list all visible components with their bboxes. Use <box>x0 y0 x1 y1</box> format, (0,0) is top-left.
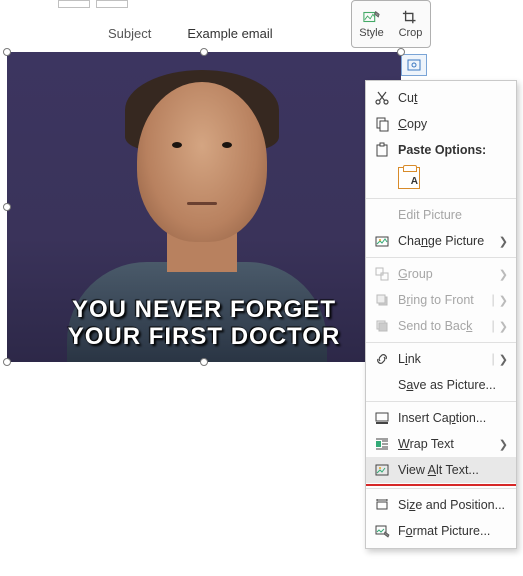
resize-handle[interactable] <box>3 48 11 56</box>
paste-icon <box>374 142 398 158</box>
layout-options-button[interactable] <box>401 54 427 76</box>
picture-tools-floater: Style Crop <box>351 0 431 48</box>
menu-separator <box>366 342 516 343</box>
menu-copy[interactable]: Copy <box>366 111 516 137</box>
copy-icon <box>374 116 398 132</box>
menu-bring-to-front: Bring to Front | ❯ <box>366 287 516 313</box>
image-content: YOU NEVER FORGET YOUR FIRST DOCTOR <box>7 52 401 362</box>
menu-label: Size and Position... <box>398 498 508 512</box>
menu-label: Change Picture <box>398 234 499 248</box>
menu-label: Wrap Text <box>398 437 499 451</box>
subject-label: Subject <box>108 26 151 41</box>
menu-separator <box>366 257 516 258</box>
menu-save-as-picture[interactable]: Save as Picture... <box>366 372 516 398</box>
send-back-icon <box>374 318 398 334</box>
menu-group: Group ❯ <box>366 261 516 287</box>
menu-label: Cut <box>398 91 508 105</box>
subject-value: Example email <box>187 26 272 41</box>
menu-label: Send to Back <box>398 319 488 333</box>
menu-label: Paste Options: <box>398 143 508 157</box>
crop-label: Crop <box>399 27 423 39</box>
email-header: Subject Example email <box>0 26 273 41</box>
group-icon <box>374 266 398 282</box>
menu-separator <box>366 488 516 489</box>
resize-handle[interactable] <box>397 48 405 56</box>
menu-insert-caption[interactable]: Insert Caption... <box>366 405 516 431</box>
resize-handle[interactable] <box>200 48 208 56</box>
menu-label: Link <box>398 352 488 366</box>
chevron-right-icon: ❯ <box>499 438 508 451</box>
layout-icon <box>406 58 422 72</box>
menu-label: Edit Picture <box>398 208 508 222</box>
menu-size-position[interactable]: Size and Position... <box>366 492 516 518</box>
caption-icon <box>374 410 398 426</box>
scissors-icon <box>374 90 398 106</box>
menu-label: View Alt Text... <box>398 463 508 477</box>
change-picture-icon <box>374 233 398 249</box>
wrap-text-icon <box>374 436 398 452</box>
style-label: Style <box>359 27 383 39</box>
context-menu: Cut Copy Paste Options: A Edit Picture C… <box>365 80 517 549</box>
menu-label: Format Picture... <box>398 524 508 538</box>
menu-label: Save as Picture... <box>398 378 508 392</box>
menu-paste-options: Paste Options: <box>366 137 516 163</box>
menu-label: Copy <box>398 117 508 131</box>
menu-change-picture[interactable]: Change Picture ❯ <box>366 228 516 254</box>
menu-send-to-back: Send to Back | ❯ <box>366 313 516 339</box>
resize-handle[interactable] <box>3 203 11 211</box>
menu-label: Group <box>398 267 499 281</box>
format-picture-icon <box>374 523 398 539</box>
style-icon <box>363 9 381 25</box>
menu-cut[interactable]: Cut <box>366 85 516 111</box>
link-icon <box>374 351 398 367</box>
selected-image[interactable]: YOU NEVER FORGET YOUR FIRST DOCTOR <box>7 52 401 362</box>
bring-front-icon <box>374 292 398 308</box>
menu-view-alt-text[interactable]: View Alt Text... <box>366 457 516 483</box>
ribbon-box <box>58 0 90 8</box>
crop-icon <box>402 9 420 25</box>
ribbon-box <box>96 0 128 8</box>
chevron-right-icon: ❯ <box>499 294 508 307</box>
menu-link[interactable]: Link | ❯ <box>366 346 516 372</box>
menu-edit-picture: Edit Picture <box>366 202 516 228</box>
chevron-right-icon: ❯ <box>499 320 508 333</box>
resize-handle[interactable] <box>3 358 11 366</box>
resize-handle[interactable] <box>200 358 208 366</box>
menu-format-picture[interactable]: Format Picture... <box>366 518 516 544</box>
alt-text-icon <box>374 462 398 478</box>
chevron-right-icon: ❯ <box>499 353 508 366</box>
menu-wrap-text[interactable]: Wrap Text ❯ <box>366 431 516 457</box>
menu-label: Bring to Front <box>398 293 488 307</box>
chevron-right-icon: ❯ <box>499 235 508 248</box>
menu-separator <box>366 401 516 402</box>
highlight-underline <box>366 484 516 486</box>
menu-label: Insert Caption... <box>398 411 508 425</box>
size-position-icon <box>374 497 398 513</box>
menu-separator <box>366 198 516 199</box>
paste-keep-formatting[interactable]: A <box>398 167 420 189</box>
chevron-right-icon: ❯ <box>499 268 508 281</box>
paste-options-row: A <box>366 163 516 195</box>
style-button[interactable]: Style <box>352 1 391 47</box>
ribbon-placeholder <box>0 0 128 8</box>
image-caption: YOU NEVER FORGET YOUR FIRST DOCTOR <box>7 297 401 350</box>
crop-button[interactable]: Crop <box>391 1 430 47</box>
